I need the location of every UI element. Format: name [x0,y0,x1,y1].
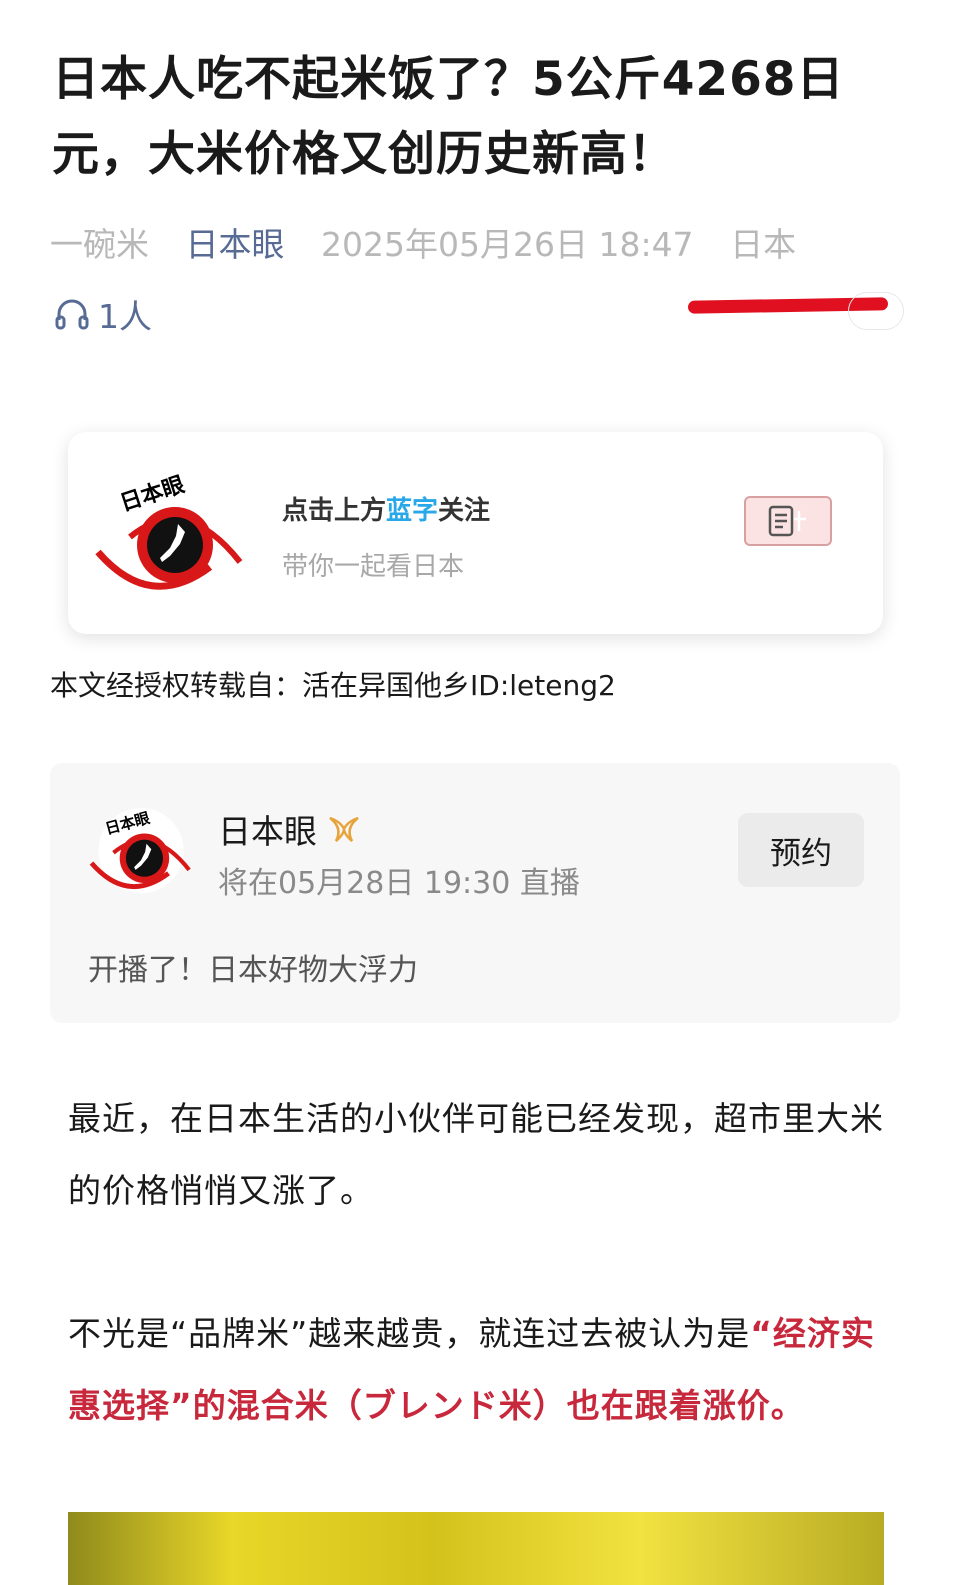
reserve-button[interactable]: 预约 [738,813,864,887]
follow-button[interactable] [744,496,832,546]
repost-notice: 本文经授权转载自：活在异国他乡ID:leteng2 [50,669,616,702]
article-title: 日本人吃不起米饭了？5公斤4268日元，大米价格又创历史新高！ [52,52,845,182]
live-schedule: 将在05月28日 19:30 直播 [218,866,580,901]
follow-title: 点击上方蓝字关注 [282,496,491,526]
live-description: 开播了！日本好物大浮力 [88,953,418,988]
close-button[interactable] [848,292,904,330]
verified-badge-icon [329,816,359,842]
riben-yan-avatar: 日本眼 [89,808,191,894]
riben-yan-logo: 日本眼 [95,473,243,590]
paragraph-2-text: 不光是“品牌米”越来越贵，就连过去被认为是 [68,1314,751,1353]
live-account: 日本眼 [218,805,361,853]
paragraph-2: 不光是“品牌米”越来越贵，就连过去被认为是“经济实惠选择”的混合米（ブレンド米）… [68,1298,886,1442]
document-icon [768,505,806,537]
article-photo [68,1512,884,1585]
listen-count[interactable]: 1人 [54,290,152,338]
paragraph-1: 最近，在日本生活的小伙伴可能已经发现，超市里大米的价格悄悄又涨了。 [68,1099,884,1210]
live-reservation-card[interactable]: 日本眼 日本眼 将在05月28日 19:30 直播 预约 开播了！日本好物大浮力 [50,763,900,1023]
publish-datetime: 2025年05月26日 18:47 [321,225,694,264]
account-link[interactable]: 日本眼 [186,225,285,264]
publish-location: 日本 [730,225,797,264]
author-name: 一碗米 [50,225,149,264]
live-account-name: 日本眼 [218,812,317,851]
follow-card[interactable]: 日本眼 点击上方蓝字关注 带你一起看日本 [68,432,883,634]
article-meta: 一碗米 日本眼 2025年05月26日 18:47 日本 [50,218,822,266]
headphones-icon [55,299,89,330]
listen-count-label: 1人 [98,297,152,336]
follow-subtitle: 带你一起看日本 [282,552,465,582]
